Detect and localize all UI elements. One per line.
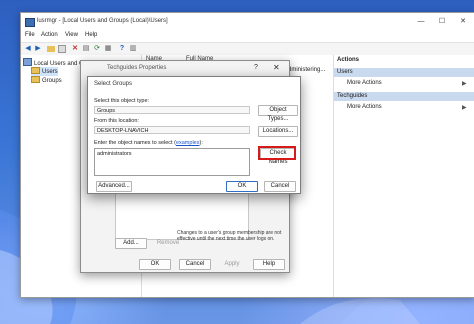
ok-button[interactable]: OK [226,181,258,192]
help-button[interactable]: Help [253,259,285,270]
close-icon[interactable]: ✕ [273,63,280,72]
menu-help[interactable]: Help [85,32,97,38]
close-button[interactable]: ✕ [456,16,470,27]
delete-icon[interactable]: ✕ [71,45,79,53]
object-type-field: Groups [94,106,250,114]
add-button[interactable]: Add... [115,238,147,249]
ok-button[interactable]: OK [139,259,171,270]
actions-header-users[interactable]: Users [334,68,474,77]
action-pane-icon[interactable]: ▥ [129,45,137,53]
submenu-arrow-icon: ▶ [462,81,467,87]
object-type-label: Select this object type: [94,98,150,104]
show-hide-tree-icon[interactable] [58,45,66,53]
properties-icon[interactable]: ▤ [82,45,90,53]
advanced-button[interactable]: Advanced... [96,181,132,192]
locations-button[interactable]: Locations... [258,126,298,137]
submenu-arrow-icon: ▶ [462,105,467,111]
check-names-highlight [258,146,296,160]
refresh-icon[interactable]: ⟳ [93,45,101,53]
forward-icon[interactable]: ▶ [34,45,42,53]
menu-action[interactable]: Action [41,32,58,38]
title-bar: lusrmgr - [Local Users and Groups (Local… [21,13,474,31]
cancel-button[interactable]: Cancel [179,259,211,270]
select-groups-title: Select Groups [94,81,133,87]
actions-header-techguides[interactable]: Techguides [334,92,474,101]
select-groups-dialog: Select Groups Select this object type: G… [87,76,301,194]
folder-icon [31,76,40,83]
more-actions-users[interactable]: More Actions [347,80,382,86]
location-label: From this location: [94,118,139,124]
back-icon[interactable]: ◀ [24,45,32,53]
more-actions-techguides[interactable]: More Actions [347,104,382,110]
apply-button[interactable]: Apply [216,259,248,270]
tree-item-groups[interactable]: Groups [31,76,62,85]
menu-file[interactable]: File [25,32,35,38]
location-field: DESKTOP-LNAVICH [94,126,250,134]
help-icon[interactable]: ? [118,45,126,53]
help-icon[interactable]: ? [254,64,258,71]
window-title: lusrmgr - [Local Users and Groups (Local… [37,18,168,24]
local-users-groups-icon [23,58,32,66]
list-description-fragment: Administering... [284,67,326,73]
export-list-icon[interactable]: ▦ [104,45,112,53]
membership-note: Changes to a user's group membership are… [177,230,282,242]
examples-link[interactable]: examples [176,140,200,146]
actions-title: Actions [337,57,360,63]
minimize-button[interactable]: — [414,16,428,27]
menu-view[interactable]: View [65,32,78,38]
cancel-button[interactable]: Cancel [264,181,296,192]
maximize-button[interactable]: ☐ [435,16,449,27]
object-names-input[interactable]: administrators [94,148,250,176]
actions-pane: Actions Users More Actions ▶ Techguides … [333,55,474,297]
toolbar: ◀ ▶ ✕ ▤ ⟳ ▦ ? ▥ [21,42,474,56]
properties-title: Techguides Properties [107,65,167,71]
computer-management-icon [25,18,35,27]
menu-bar: File Action View Help [21,31,474,41]
tree-item-users[interactable]: Users [31,67,58,76]
folder-icon [31,67,40,74]
folder-up-icon[interactable] [47,46,55,52]
object-names-label: Enter the object names to select (exampl… [94,140,203,146]
object-types-button[interactable]: Object Types... [258,105,298,122]
